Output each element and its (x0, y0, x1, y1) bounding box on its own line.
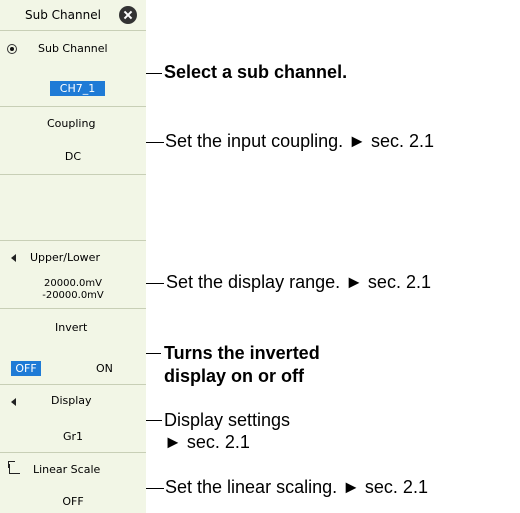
divider (0, 30, 146, 31)
annotation-display-line2: ► sec. 2.1 (164, 432, 250, 452)
callout-line (146, 488, 164, 489)
invert-on-option[interactable]: ON (96, 362, 113, 375)
callout-line (146, 353, 161, 354)
sub-channel-label: Sub Channel (38, 42, 108, 55)
callout-line (146, 73, 162, 74)
annotation-display-range: Set the display range. ► sec. 2.1 (166, 272, 431, 292)
left-arrow-icon (11, 254, 16, 262)
linear-scale-label: Linear Scale (33, 463, 101, 476)
annotation-invert-line1: Turns the inverted (164, 343, 320, 363)
display-value: Gr1 (62, 430, 84, 443)
radio-selected-icon (7, 44, 17, 54)
annotation-coupling: Set the input coupling. ► sec. 2.1 (165, 131, 434, 151)
divider (0, 106, 146, 107)
annotation-display-line1: Display settings (164, 410, 291, 430)
menu-title-bar: Sub Channel (0, 0, 146, 30)
linear-scale-value: OFF (62, 495, 84, 508)
divider (0, 308, 146, 309)
lower-value: -20000.0mV (42, 290, 104, 301)
divider (0, 452, 146, 453)
divider (0, 174, 146, 175)
coupling-label: Coupling (47, 117, 96, 130)
invert-off-option[interactable]: OFF (11, 361, 41, 376)
annotation-sub-channel: Select a sub channel. (164, 62, 348, 82)
upper-value: 20000.0mV (44, 278, 102, 289)
callout-line (146, 420, 162, 421)
callout-line (146, 283, 164, 284)
left-arrow-icon (11, 398, 16, 406)
annotation-invert-line2: display on or off (164, 366, 305, 386)
linear-scale-icon (8, 461, 20, 474)
sub-channel-value: CH7_1 (50, 81, 105, 96)
divider (0, 240, 146, 241)
coupling-value: DC (64, 150, 82, 163)
display-label: Display (51, 394, 92, 407)
close-icon[interactable] (119, 6, 137, 24)
callout-line (146, 142, 164, 143)
divider (0, 384, 146, 385)
menu-title: Sub Channel (25, 8, 101, 22)
invert-label: Invert (55, 321, 88, 334)
upper-lower-label: Upper/Lower (30, 251, 100, 264)
sub-channel-menu: Sub Channel Sub Channel CH7_1 Coupling D… (0, 0, 146, 513)
annotation-linear-scaling: Set the linear scaling. ► sec. 2.1 (165, 477, 428, 497)
